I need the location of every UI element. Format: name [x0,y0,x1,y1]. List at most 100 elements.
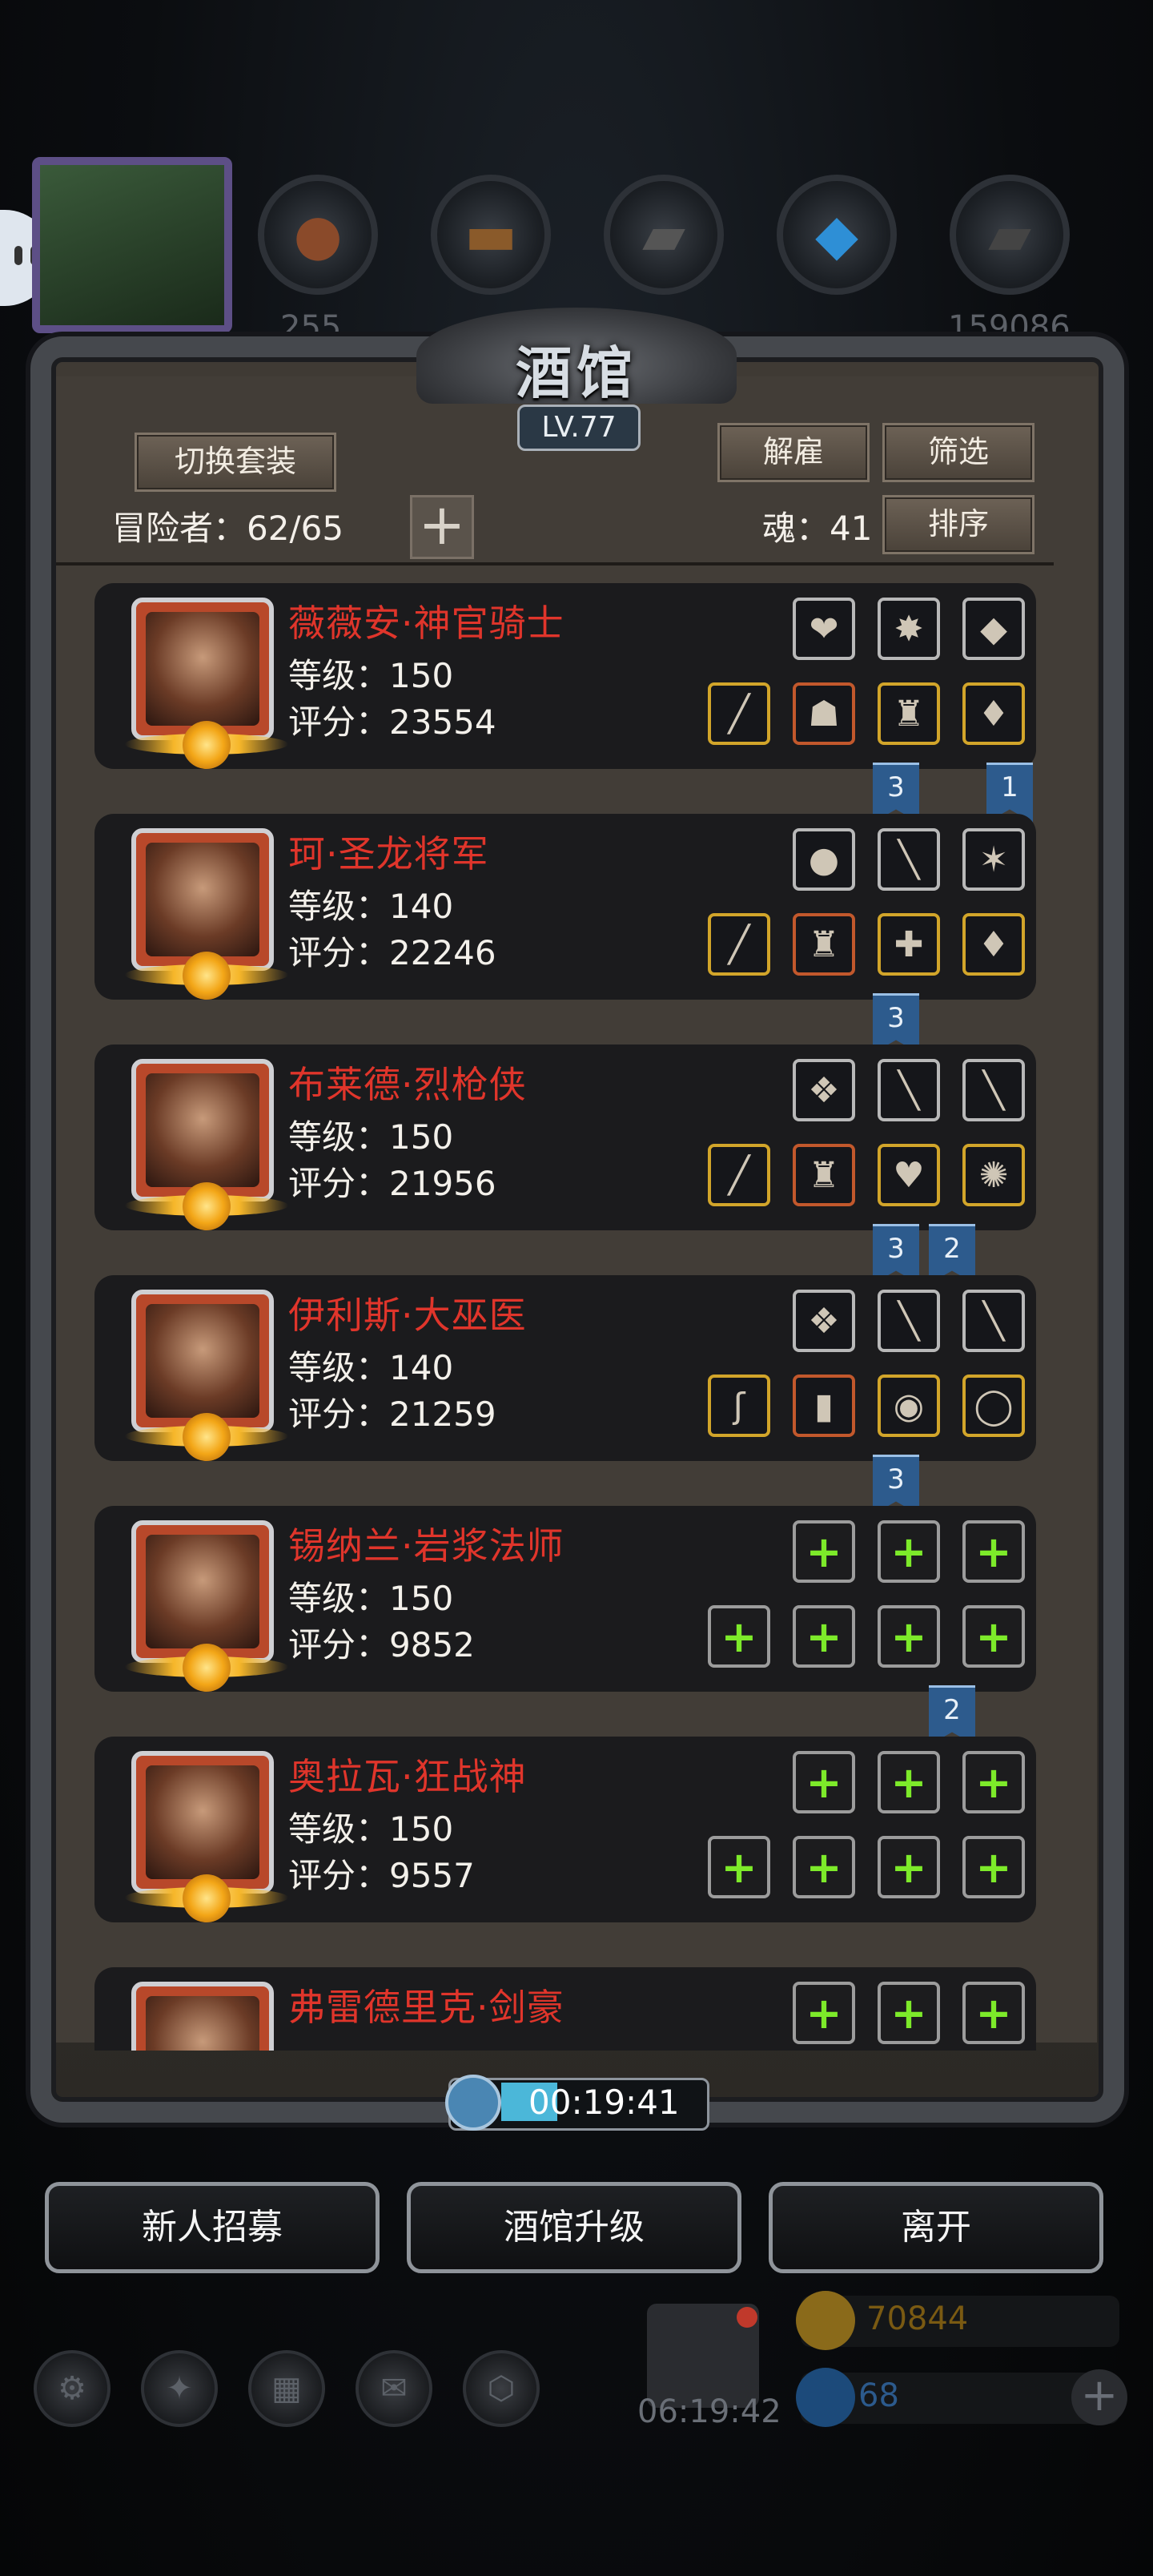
crook-icon[interactable]: ʃ [708,1375,770,1437]
hero-face [146,1765,259,1879]
add-equipment-slot[interactable]: + [793,1982,855,2044]
hero-score: 评分：9557 [288,1856,475,1895]
star-icon[interactable]: ✦ [141,2350,218,2427]
add-equipment-slot[interactable]: + [962,1605,1025,1668]
hero-portrait[interactable] [131,828,274,971]
stone-icon[interactable]: ▰ [950,175,1070,295]
dark-armor-icon[interactable]: ♜ [793,1144,855,1206]
dismiss-button[interactable]: 解雇 [717,423,870,482]
purple-armor-icon[interactable]: ♜ [793,913,855,976]
add-equipment-slot[interactable]: + [962,1836,1025,1898]
rank-badge-icon [183,1874,231,1922]
hero-name: 珂·圣龙将军 [288,832,489,875]
eye-amulet-icon[interactable]: ◉ [878,1375,940,1437]
sword-icon[interactable]: ╲ [878,828,940,891]
adventurer-count: 冒险者：62/65 [112,509,344,548]
wood-icon[interactable]: ▬ [431,175,551,295]
sort-button[interactable]: 排序 [882,495,1034,554]
hero-level: 等级：150 [288,1579,454,1618]
blue-blade-icon[interactable]: ╱ [708,913,770,976]
gem-icon [796,2368,855,2427]
sword-icon[interactable]: ╲ [878,1059,940,1121]
teal-orb-icon[interactable]: ❖ [793,1059,855,1121]
hero-portrait[interactable] [131,1290,274,1432]
recruit-button[interactable]: 新人招募 [45,2182,380,2273]
scepter-icon[interactable]: ╱ [708,682,770,745]
staff-icon[interactable]: ╲ [878,1290,940,1352]
switch-outfit-button[interactable]: 切换套装 [135,433,336,492]
add-equipment-slot[interactable]: + [708,1605,770,1668]
hero-name: 薇薇安·神官骑士 [288,602,564,645]
add-equipment-slot[interactable]: + [793,1605,855,1668]
player-avatar[interactable] [32,157,232,333]
leave-button[interactable]: 离开 [769,2182,1103,2273]
leather-icon[interactable]: ● [258,175,378,295]
rank-badge-icon [183,1182,231,1230]
hero-level: 等级：150 [288,656,454,695]
hero-level: 等级：140 [288,887,454,926]
hero-score: 评分：23554 [288,702,496,742]
add-equipment-slot[interactable]: + [878,1751,940,1813]
rank-badge-icon [183,721,231,769]
hero-score: 评分：21956 [288,1164,496,1203]
crest-icon[interactable]: ✶ [962,828,1025,891]
add-equipment-slot[interactable]: + [878,1520,940,1583]
hero-portrait[interactable] [131,1059,274,1201]
bracelet-icon[interactable]: ◯ [962,1375,1025,1437]
iron-icon[interactable]: ▰ [604,175,724,295]
filter-button[interactable]: 筛选 [882,423,1034,482]
hero-face [146,1996,259,2051]
pendant-icon[interactable]: ♦ [962,913,1025,976]
hero-name: 伊利斯·大巫医 [288,1294,527,1337]
red-potion-icon[interactable]: ❤ [793,598,855,660]
staff-icon[interactable]: ╲ [962,1290,1025,1352]
notification-dot [737,2307,757,2328]
hero-name: 弗雷德里克·剑豪 [288,1986,564,2029]
add-equipment-slot[interactable]: + [878,1982,940,2044]
hero-name: 锡纳兰·岩浆法师 [288,1524,564,1568]
hero-portrait[interactable] [131,1520,274,1663]
purple-gem-icon[interactable]: ◆ [962,598,1025,660]
hero-level: 等级：150 [288,1117,454,1157]
orc-shield-icon[interactable]: ☗ [793,682,855,745]
add-equipment-slot[interactable]: + [878,1605,940,1668]
teal-orb-icon[interactable]: ❖ [793,1290,855,1352]
add-capacity-button[interactable]: + [410,495,474,559]
cube-icon[interactable]: ⬡ [463,2350,540,2427]
hero-portrait[interactable] [131,1751,274,1894]
heart-charm-icon[interactable]: ♥ [878,1144,940,1206]
hero-score: 评分：21259 [288,1395,496,1434]
add-equipment-slot[interactable]: + [793,1836,855,1898]
amulet-icon[interactable]: ♦ [962,682,1025,745]
sword-icon[interactable]: ╲ [962,1059,1025,1121]
gift-timer: 06:19:42 [637,2393,781,2430]
add-equipment-slot[interactable]: + [962,1520,1025,1583]
medal-icon[interactable]: ✚ [878,913,940,976]
violet-orb-icon[interactable]: ✺ [962,1144,1025,1206]
lance-icon[interactable]: ╱ [708,1144,770,1206]
winged-helm-icon[interactable]: ♜ [878,682,940,745]
robe-icon[interactable]: ▮ [793,1375,855,1437]
stone-ring-icon[interactable]: ● [793,828,855,891]
add-equipment-slot[interactable]: + [793,1520,855,1583]
add-equipment-slot[interactable]: + [793,1751,855,1813]
add-equipment-slot[interactable]: + [878,1836,940,1898]
gold-coin-icon [796,2291,855,2350]
hero-portrait[interactable] [131,598,274,740]
map-icon[interactable]: ▦ [248,2350,325,2427]
add-gems-button[interactable]: + [1071,2369,1127,2425]
add-equipment-slot[interactable]: + [962,1751,1025,1813]
hero-portrait[interactable] [131,1982,274,2051]
hero-face [146,1535,259,1648]
add-equipment-slot[interactable]: + [708,1836,770,1898]
rank-badge-icon [183,952,231,1000]
upgrade-tavern-button[interactable]: 酒馆升级 [407,2182,741,2273]
mail-icon[interactable]: ✉ [356,2350,432,2427]
settings-icon[interactable]: ⚙ [34,2350,110,2427]
hero-face [146,612,259,726]
crystal-icon[interactable]: ◆ [777,175,897,295]
lantern-icon[interactable]: ✸ [878,598,940,660]
chat-eye [14,246,22,265]
panel-title: 酒馆 [516,340,637,406]
add-equipment-slot[interactable]: + [962,1982,1025,2044]
